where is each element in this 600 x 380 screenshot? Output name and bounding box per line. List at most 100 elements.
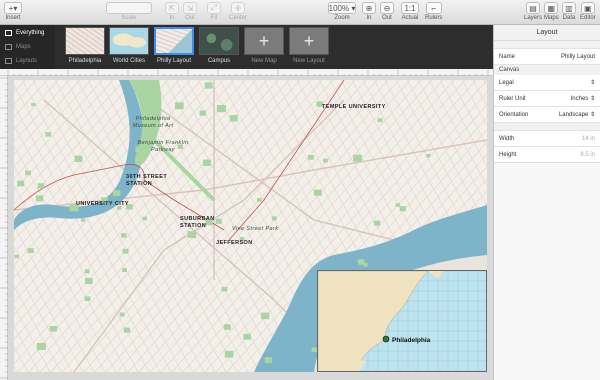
sidebar-item-maps[interactable]: Maps [0, 41, 55, 53]
park-block [264, 357, 272, 363]
map-label-30th-street: 30TH STREET STATION [126, 174, 168, 187]
landmass [428, 271, 443, 279]
map-label-parkway: Benjamin Franklin Parkway [137, 140, 189, 153]
fit-icon: ⤢ [207, 2, 221, 14]
ruler-unit-popup[interactable]: Ruler Unit Inches ⇕ [494, 91, 600, 107]
ruler-unit-label: Ruler Unit [499, 95, 526, 102]
park-block [27, 248, 34, 254]
park-block [80, 218, 86, 222]
toolbar: +▾ Insert Scale ⇱ In ⇲ Out ⤢ Fit ✛ Cente… [0, 0, 600, 25]
paper-size-popup[interactable]: Legal ⇕ [494, 75, 600, 91]
park-block [25, 170, 31, 176]
park-block [229, 115, 238, 122]
thumbnail-campus[interactable]: Campus [198, 27, 240, 64]
editor-icon: ▣ [580, 2, 595, 14]
zoom-in-button[interactable]: ⊕ In [362, 2, 376, 21]
layers-label: Layers [524, 15, 543, 21]
park-block [308, 155, 314, 160]
map-frame[interactable]: TEMPLE UNIVERSITY Philadelphia Museum of… [14, 80, 487, 372]
map-label-museum: Philadelphia Museum of Art [132, 116, 174, 129]
philadelphia-marker [382, 335, 390, 343]
height-field-row[interactable]: Height 8.5 in [494, 147, 600, 163]
zoom-in-label: In [366, 15, 372, 21]
sidebar-item-label: Everything [16, 30, 45, 36]
park-block [142, 216, 147, 221]
thumbnail-label: Campus [207, 58, 231, 64]
park-block [187, 231, 197, 238]
actual-size-button[interactable]: 1:1 Actual [401, 2, 419, 21]
park-block [204, 82, 213, 89]
name-field-row[interactable]: Name Philly Layout [494, 49, 600, 65]
actual-size-value: 1:1 [401, 2, 419, 14]
park-block [123, 327, 131, 333]
inspector-spacer [494, 123, 600, 131]
thumbnail-label: New Map [251, 58, 277, 64]
scale-select[interactable] [106, 2, 152, 14]
thumbnail-label: Philadelphia [68, 58, 102, 64]
insert-tool[interactable]: +▾ Insert [4, 2, 22, 21]
park-block [243, 333, 251, 340]
map-label-suburban-station: SUBURBAN STATION [180, 216, 215, 229]
editor-label: Editor [580, 15, 596, 21]
park-block [85, 277, 93, 284]
fit-button[interactable]: ⤢ Fit [207, 2, 221, 21]
plus-icon: + [244, 27, 284, 55]
width-field-row[interactable]: Width 14 in [494, 131, 600, 147]
vertical-ruler[interactable] [0, 76, 8, 380]
center-button[interactable]: ✛ Center [229, 2, 247, 21]
rulers-button[interactable]: ⌐ Rulers [425, 2, 442, 21]
height-field[interactable]: 8.5 in [580, 152, 595, 158]
thumbnail-philly-layout[interactable]: Philly Layout [153, 27, 195, 64]
zoom-label: Zoom [334, 15, 350, 21]
park-block [314, 189, 322, 196]
orientation-popup[interactable]: Orientation Landscape ⇕ [494, 107, 600, 123]
orientation-label: Orientation [499, 111, 529, 118]
editor-toggle[interactable]: ▣ Editor [580, 2, 596, 21]
park-block [426, 154, 431, 158]
park-block [261, 312, 270, 320]
scale-control[interactable]: Scale [106, 2, 152, 21]
insert-label: Insert [5, 15, 21, 21]
park-block [357, 259, 365, 265]
zoom-out-button[interactable]: ⊖ Out [380, 2, 394, 21]
map-label-university-city: UNIVERSITY CITY [76, 201, 129, 207]
north-america-landmass [318, 271, 429, 371]
thumbnail-philadelphia[interactable]: Philadelphia [64, 27, 106, 64]
ruler-unit-value: Inches [570, 96, 589, 102]
zoom-control[interactable]: 100% ▾ Zoom [328, 2, 356, 21]
scale-out-button[interactable]: ⇲ Out [183, 2, 197, 21]
name-field[interactable]: Philly Layout [561, 54, 595, 60]
park-block [122, 248, 129, 254]
thumbnail-world-cities[interactable]: World Cities [108, 27, 150, 64]
thumbnail-label: World Cities [112, 58, 146, 64]
new-layout-button[interactable]: + New Layout [288, 27, 330, 64]
park-block [35, 195, 44, 202]
zoom-value: 100% [328, 3, 350, 13]
scale-in-button[interactable]: ⇱ In [165, 2, 179, 21]
layout-thumbnail-image [154, 27, 194, 55]
sidebar-item-label: Layouts [16, 58, 38, 64]
crosshair-icon: ✛ [231, 2, 245, 14]
park-block [37, 183, 45, 189]
chevron-updown-icon: ⇕ [589, 96, 595, 102]
sidebar-item-everything[interactable]: Everything [0, 27, 55, 39]
thumbnail-label: Philly Layout [156, 58, 192, 64]
horizontal-ruler[interactable] [0, 69, 493, 77]
layers-toggle[interactable]: ▤ Layers [524, 2, 542, 21]
sidebar-item-layouts[interactable]: Layouts [0, 55, 55, 67]
maps-toggle[interactable]: ▦ Maps [544, 2, 559, 21]
inset-map[interactable]: Philadelphia [317, 270, 487, 372]
data-toggle[interactable]: ▥ Data [562, 2, 576, 21]
map-thumbnail-image [65, 27, 105, 55]
width-field[interactable]: 14 in [582, 136, 595, 142]
maps-icon: ▦ [544, 2, 559, 14]
park-block [49, 326, 54, 331]
collapse-icon: ⇲ [183, 2, 197, 14]
new-map-button[interactable]: + New Map [243, 27, 285, 64]
park-block [395, 203, 400, 207]
chevron-updown-icon: ⇕ [589, 112, 595, 118]
park-block [399, 206, 406, 212]
park-block [199, 110, 206, 116]
zoom-select[interactable]: 100% ▾ [328, 2, 356, 14]
inset-city-label: Philadelphia [392, 337, 431, 344]
